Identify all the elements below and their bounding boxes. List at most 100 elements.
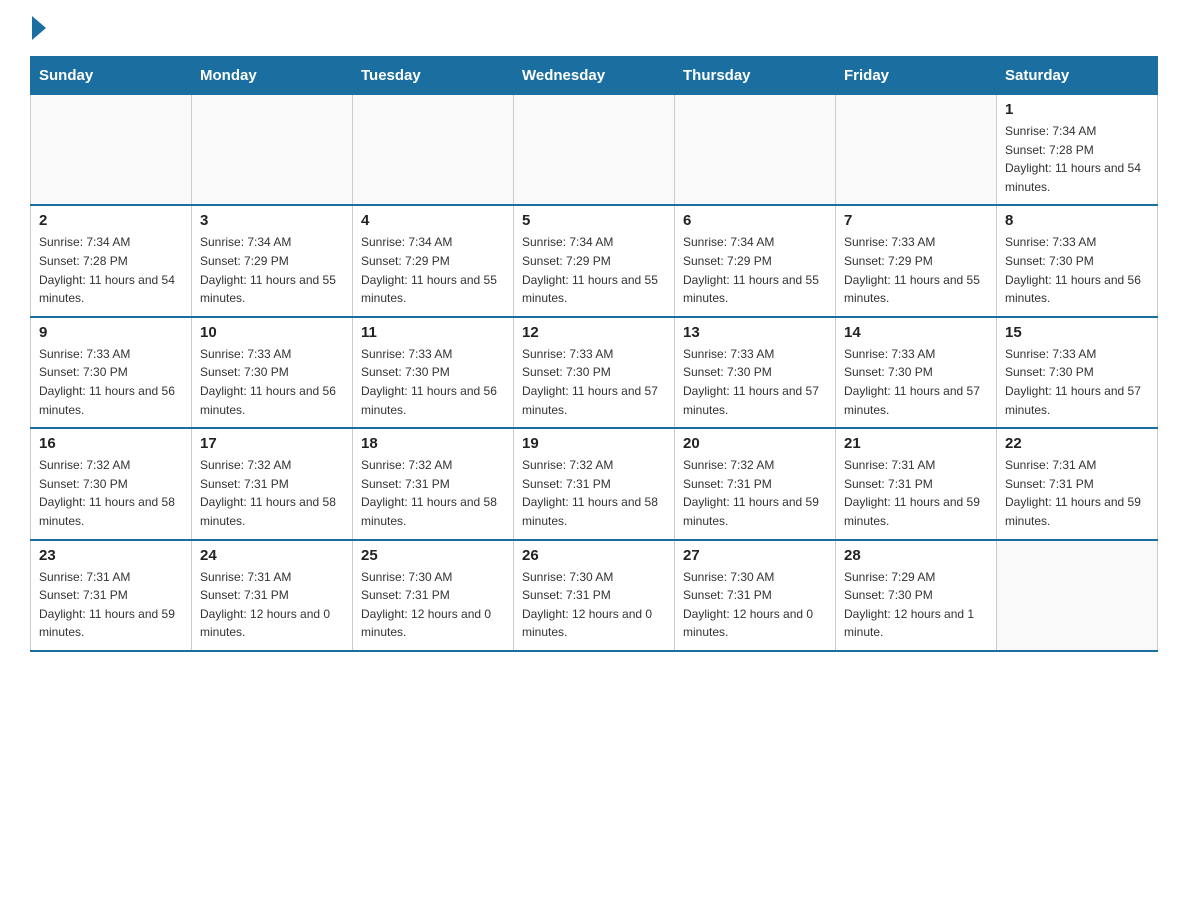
day-info: Sunrise: 7:31 AMSunset: 7:31 PMDaylight:…	[1005, 456, 1149, 530]
day-number: 28	[844, 547, 988, 564]
day-number: 26	[522, 547, 666, 564]
calendar-cell: 12 Sunrise: 7:33 AMSunset: 7:30 PMDayligh…	[514, 317, 675, 428]
day-info: Sunrise: 7:32 AMSunset: 7:31 PMDaylight:…	[522, 456, 666, 530]
col-thursday: Thursday	[675, 57, 836, 95]
calendar-week-row: 9 Sunrise: 7:33 AMSunset: 7:30 PMDaylight…	[31, 317, 1158, 428]
day-info: Sunrise: 7:33 AMSunset: 7:30 PMDaylight:…	[683, 345, 827, 419]
calendar-cell: 4Sunrise: 7:34 AMSunset: 7:29 PMDaylight…	[353, 205, 514, 316]
calendar-cell: 2 Sunrise: 7:34 AMSunset: 7:28 PMDaylight…	[31, 205, 192, 316]
day-number: 27	[683, 547, 827, 564]
day-number: 21	[844, 435, 988, 452]
day-info: Sunrise: 7:32 AMSunset: 7:30 PMDaylight:…	[39, 456, 183, 530]
day-info: Sunrise: 7:32 AMSunset: 7:31 PMDaylight:…	[200, 456, 344, 530]
calendar-cell: 21 Sunrise: 7:31 AMSunset: 7:31 PMDayligh…	[836, 428, 997, 539]
calendar-cell	[836, 95, 997, 206]
day-number: 1	[1005, 101, 1149, 118]
calendar-cell: 3 Sunrise: 7:34 AMSunset: 7:29 PMDaylight…	[192, 205, 353, 316]
day-number: 8	[1005, 212, 1149, 229]
day-info: Sunrise: 7:33 AMSunset: 7:29 PMDaylight:…	[844, 233, 988, 307]
day-info: Sunrise: 7:34 AMSunset: 7:29 PMDaylight:…	[683, 233, 827, 307]
day-number: 3	[200, 212, 344, 229]
day-number: 15	[1005, 324, 1149, 341]
day-info: Sunrise: 7:30 AMSunset: 7:31 PMDaylight:…	[522, 568, 666, 642]
calendar-header-row: Sunday Monday Tuesday Wednesday Thursday…	[31, 57, 1158, 95]
logo-arrow-icon	[32, 16, 46, 40]
day-number: 23	[39, 547, 183, 564]
day-number: 14	[844, 324, 988, 341]
col-wednesday: Wednesday	[514, 57, 675, 95]
day-info: Sunrise: 7:34 AMSunset: 7:28 PMDaylight:…	[39, 233, 183, 307]
calendar-cell: 19Sunrise: 7:32 AMSunset: 7:31 PMDayligh…	[514, 428, 675, 539]
calendar-cell: 8Sunrise: 7:33 AMSunset: 7:30 PMDaylight…	[997, 205, 1158, 316]
day-number: 17	[200, 435, 344, 452]
day-info: Sunrise: 7:33 AMSunset: 7:30 PMDaylight:…	[844, 345, 988, 419]
day-number: 16	[39, 435, 183, 452]
calendar-cell: 5 Sunrise: 7:34 AMSunset: 7:29 PMDaylight…	[514, 205, 675, 316]
calendar-cell	[997, 540, 1158, 651]
day-info: Sunrise: 7:33 AMSunset: 7:30 PMDaylight:…	[361, 345, 505, 419]
day-info: Sunrise: 7:30 AMSunset: 7:31 PMDaylight:…	[683, 568, 827, 642]
calendar-cell: 26 Sunrise: 7:30 AMSunset: 7:31 PMDayligh…	[514, 540, 675, 651]
day-info: Sunrise: 7:34 AMSunset: 7:29 PMDaylight:…	[200, 233, 344, 307]
page-header	[30, 20, 1158, 40]
calendar-cell: 14 Sunrise: 7:33 AMSunset: 7:30 PMDayligh…	[836, 317, 997, 428]
day-info: Sunrise: 7:32 AMSunset: 7:31 PMDaylight:…	[361, 456, 505, 530]
calendar-cell	[31, 95, 192, 206]
calendar-cell: 15 Sunrise: 7:33 AMSunset: 7:30 PMDayligh…	[997, 317, 1158, 428]
day-info: Sunrise: 7:31 AMSunset: 7:31 PMDaylight:…	[39, 568, 183, 642]
calendar-cell: 17 Sunrise: 7:32 AMSunset: 7:31 PMDayligh…	[192, 428, 353, 539]
logo	[30, 20, 46, 40]
calendar-cell: 22 Sunrise: 7:31 AMSunset: 7:31 PMDayligh…	[997, 428, 1158, 539]
day-info: Sunrise: 7:32 AMSunset: 7:31 PMDaylight:…	[683, 456, 827, 530]
day-info: Sunrise: 7:31 AMSunset: 7:31 PMDaylight:…	[200, 568, 344, 642]
calendar-cell: 7 Sunrise: 7:33 AMSunset: 7:29 PMDaylight…	[836, 205, 997, 316]
calendar-cell: 16 Sunrise: 7:32 AMSunset: 7:30 PMDayligh…	[31, 428, 192, 539]
calendar-cell: 10Sunrise: 7:33 AMSunset: 7:30 PMDayligh…	[192, 317, 353, 428]
calendar-week-row: 16 Sunrise: 7:32 AMSunset: 7:30 PMDayligh…	[31, 428, 1158, 539]
day-info: Sunrise: 7:30 AMSunset: 7:31 PMDaylight:…	[361, 568, 505, 642]
calendar-cell: 11 Sunrise: 7:33 AMSunset: 7:30 PMDayligh…	[353, 317, 514, 428]
day-info: Sunrise: 7:34 AMSunset: 7:29 PMDaylight:…	[522, 233, 666, 307]
day-number: 5	[522, 212, 666, 229]
day-number: 22	[1005, 435, 1149, 452]
calendar-cell	[353, 95, 514, 206]
day-number: 11	[361, 324, 505, 341]
calendar-cell: 28 Sunrise: 7:29 AMSunset: 7:30 PMDayligh…	[836, 540, 997, 651]
col-friday: Friday	[836, 57, 997, 95]
calendar-cell: 27 Sunrise: 7:30 AMSunset: 7:31 PMDayligh…	[675, 540, 836, 651]
day-number: 24	[200, 547, 344, 564]
day-info: Sunrise: 7:31 AMSunset: 7:31 PMDaylight:…	[844, 456, 988, 530]
day-number: 2	[39, 212, 183, 229]
day-number: 13	[683, 324, 827, 341]
calendar-body: 1 Sunrise: 7:34 AMSunset: 7:28 PMDaylight…	[31, 95, 1158, 651]
col-monday: Monday	[192, 57, 353, 95]
col-tuesday: Tuesday	[353, 57, 514, 95]
calendar-week-row: 1 Sunrise: 7:34 AMSunset: 7:28 PMDaylight…	[31, 95, 1158, 206]
calendar-cell: 24 Sunrise: 7:31 AMSunset: 7:31 PMDayligh…	[192, 540, 353, 651]
calendar-cell: 6 Sunrise: 7:34 AMSunset: 7:29 PMDaylight…	[675, 205, 836, 316]
day-info: Sunrise: 7:34 AMSunset: 7:29 PMDaylight:…	[361, 233, 505, 307]
day-info: Sunrise: 7:34 AMSunset: 7:28 PMDaylight:…	[1005, 122, 1149, 196]
calendar-week-row: 2 Sunrise: 7:34 AMSunset: 7:28 PMDaylight…	[31, 205, 1158, 316]
day-number: 9	[39, 324, 183, 341]
day-number: 18	[361, 435, 505, 452]
day-number: 6	[683, 212, 827, 229]
calendar-cell: 1 Sunrise: 7:34 AMSunset: 7:28 PMDaylight…	[997, 95, 1158, 206]
day-info: Sunrise: 7:29 AMSunset: 7:30 PMDaylight:…	[844, 568, 988, 642]
calendar-cell	[675, 95, 836, 206]
calendar-cell: 20 Sunrise: 7:32 AMSunset: 7:31 PMDayligh…	[675, 428, 836, 539]
calendar-cell	[514, 95, 675, 206]
day-info: Sunrise: 7:33 AMSunset: 7:30 PMDaylight:…	[200, 345, 344, 419]
day-number: 12	[522, 324, 666, 341]
day-number: 20	[683, 435, 827, 452]
calendar-cell	[192, 95, 353, 206]
calendar-week-row: 23 Sunrise: 7:31 AMSunset: 7:31 PMDayligh…	[31, 540, 1158, 651]
col-saturday: Saturday	[997, 57, 1158, 95]
day-info: Sunrise: 7:33 AMSunset: 7:30 PMDaylight:…	[522, 345, 666, 419]
day-number: 25	[361, 547, 505, 564]
calendar-cell: 18 Sunrise: 7:32 AMSunset: 7:31 PMDayligh…	[353, 428, 514, 539]
calendar-cell: 25 Sunrise: 7:30 AMSunset: 7:31 PMDayligh…	[353, 540, 514, 651]
calendar-cell: 23 Sunrise: 7:31 AMSunset: 7:31 PMDayligh…	[31, 540, 192, 651]
day-info: Sunrise: 7:33 AMSunset: 7:30 PMDaylight:…	[1005, 345, 1149, 419]
day-number: 7	[844, 212, 988, 229]
